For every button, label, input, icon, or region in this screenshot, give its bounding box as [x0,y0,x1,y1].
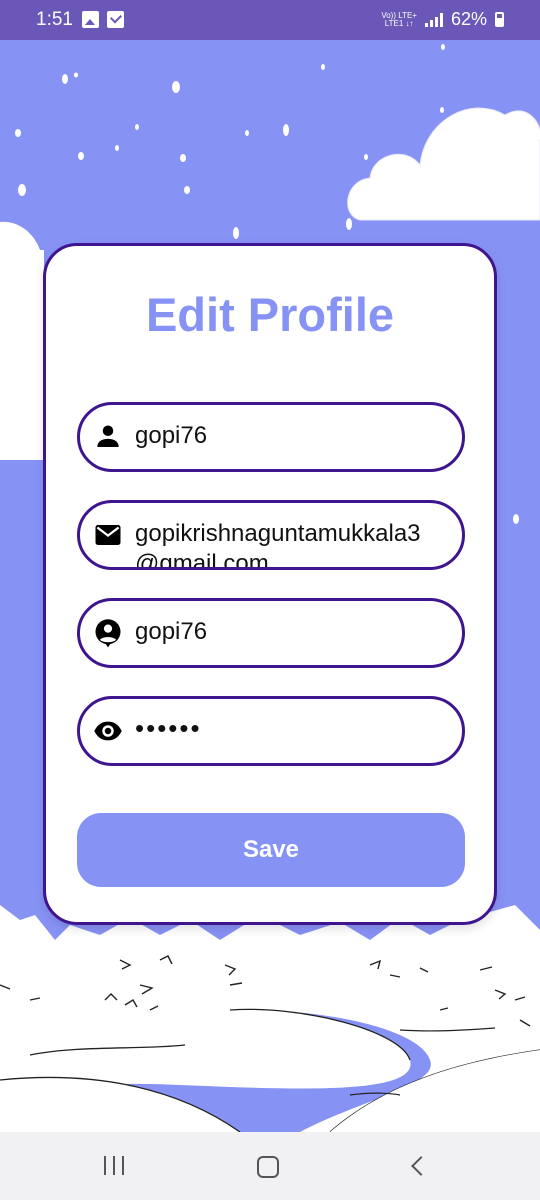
network-type-icon: Vo)) LTE+ LTE1 ↓↑ [381,11,417,28]
email-value[interactable]: gopikrishnaguntamukkala3@gmail.com [135,519,444,567]
page-title: Edit Profile [145,288,395,341]
status-right: Vo)) LTE+ LTE1 ↓↑ 62% [381,9,504,30]
email-field[interactable]: gopikrishnaguntamukkala3@gmail.com [77,500,465,570]
edit-profile-card: Edit Profile gopi76 gopikrishnaguntamukk… [43,243,497,925]
account-circle-icon [95,619,121,648]
network-type-bottom: LTE1 ↓↑ [384,18,414,28]
system-nav-bar [0,1132,540,1200]
signal-icon [424,12,443,27]
gallery-notification-icon [82,11,99,28]
eye-icon[interactable] [93,716,123,746]
name-value[interactable]: gopi76 [135,617,444,647]
password-value[interactable]: •••••• [135,713,444,743]
recents-icon[interactable] [104,1156,124,1175]
back-icon[interactable] [411,1156,431,1176]
name-field[interactable]: gopi76 [77,598,465,668]
password-field[interactable]: •••••• [77,696,465,766]
status-time: 1:51 [36,9,73,30]
battery-icon [495,12,504,27]
cloud-left [0,221,44,460]
status-bar: 1:51 Vo)) LTE+ LTE1 ↓↑ 62% [0,0,540,40]
checkbox-notification-icon [107,11,124,28]
home-icon[interactable] [257,1156,279,1178]
battery-percent: 62% [450,9,487,29]
cloud-right [347,107,540,221]
person-icon [97,425,119,447]
username-value[interactable]: gopi76 [135,421,444,451]
save-button[interactable]: Save [77,813,465,887]
notification-icons [82,11,124,28]
email-icon [95,525,121,545]
username-field[interactable]: gopi76 [77,402,465,472]
